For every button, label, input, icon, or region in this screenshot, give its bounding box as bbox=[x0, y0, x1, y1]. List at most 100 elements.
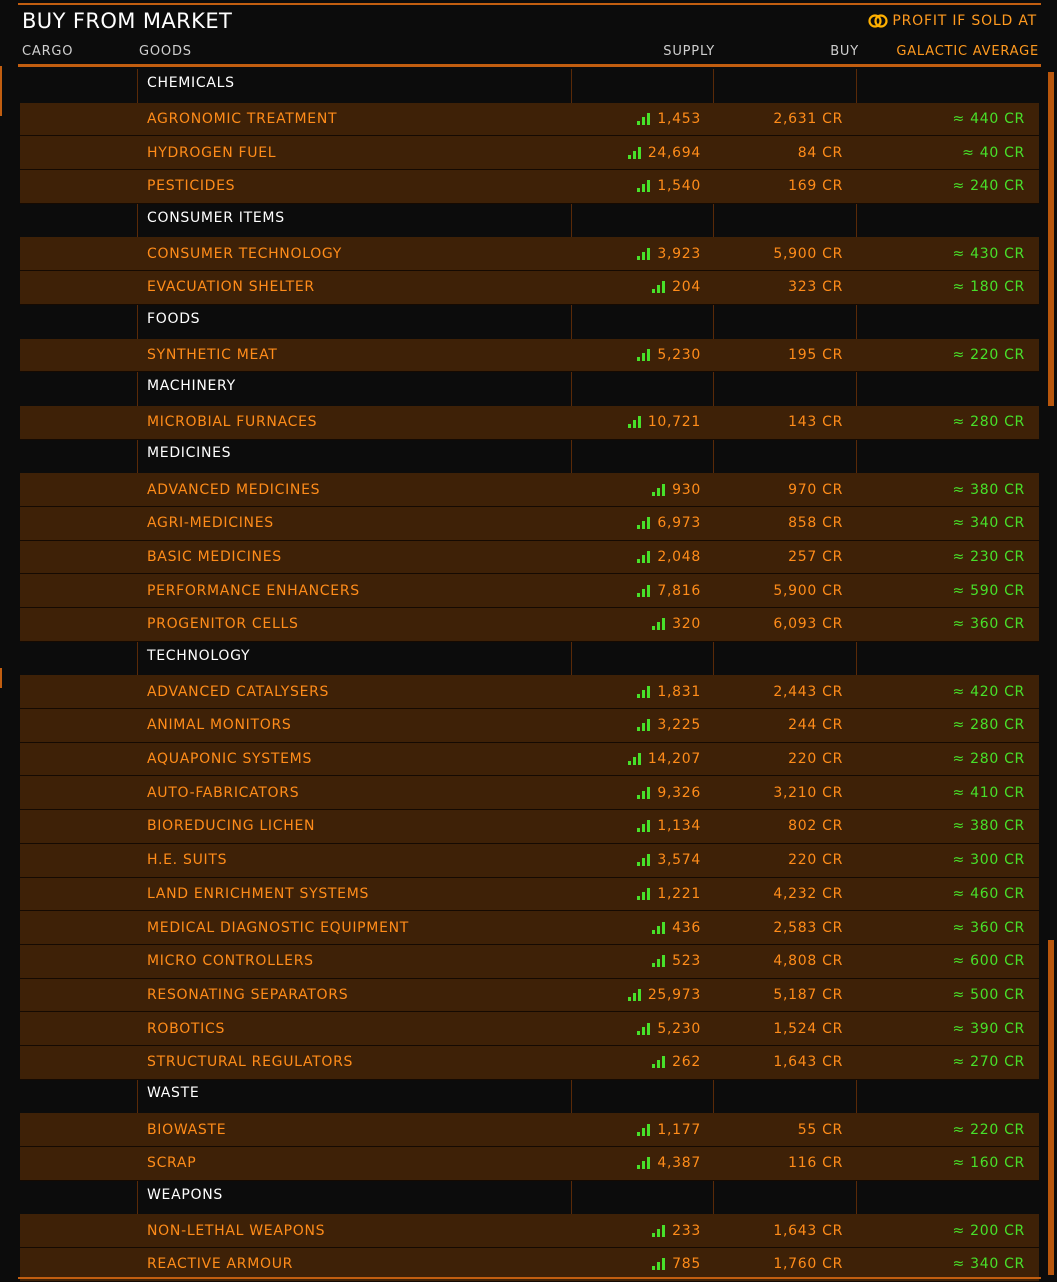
galactic-average-price: ≈ 300 CR bbox=[952, 852, 1025, 869]
supply-value: 9,326 bbox=[637, 776, 701, 809]
supply-level-icon bbox=[652, 281, 666, 294]
buy-price: 323 CR bbox=[788, 279, 843, 296]
supply-level-icon bbox=[637, 180, 651, 193]
scrollbar-thumb[interactable] bbox=[1048, 940, 1054, 1275]
commodity-row[interactable]: MICRO CONTROLLERS 523 4,808 CR ≈ 600 CR bbox=[20, 944, 1039, 979]
column-header-goods[interactable]: GOODS bbox=[139, 44, 192, 59]
supply-amount: 6,973 bbox=[657, 515, 701, 532]
commodity-row[interactable]: PROGENITOR CELLS 320 6,093 CR ≈ 360 CR bbox=[20, 608, 1039, 642]
commodity-row[interactable]: ADVANCED MEDICINES 930 970 CR ≈ 380 CR bbox=[20, 473, 1039, 507]
galactic-average-price: ≈ 440 CR bbox=[952, 111, 1025, 128]
buy-price: 2,631 CR bbox=[773, 111, 843, 128]
commodity-row[interactable]: BASIC MEDICINES 2,048 257 CR ≈ 230 CR bbox=[20, 540, 1039, 575]
buy-price: 55 CR bbox=[797, 1121, 843, 1138]
commodity-row[interactable]: AQUAPONIC SYSTEMS 14,207 220 CR ≈ 280 CR bbox=[20, 742, 1039, 777]
buy-price: 1,524 CR bbox=[773, 1020, 843, 1037]
supply-level-icon bbox=[637, 887, 651, 900]
supply-amount: 24,694 bbox=[647, 144, 701, 161]
commodity-row[interactable]: HYDROGEN FUEL 24,694 84 CR ≈ 40 CR bbox=[20, 136, 1039, 171]
commodity-row[interactable]: MEDICAL DIAGNOSTIC EQUIPMENT 436 2,583 CR ≈… bbox=[20, 911, 1039, 945]
supply-level-icon bbox=[652, 921, 666, 934]
supply-level-icon bbox=[627, 146, 641, 159]
supply-amount: 320 bbox=[672, 616, 701, 633]
commodity-row[interactable]: SYNTHETIC MEAT 5,230 195 CR ≈ 220 CR bbox=[20, 338, 1039, 373]
column-header-galactic-average[interactable]: GALACTIC AVERAGE bbox=[896, 44, 1039, 59]
commodity-name: AGRI-MEDICINES bbox=[147, 515, 274, 532]
commodity-name: ADVANCED CATALYSERS bbox=[147, 683, 330, 700]
supply-amount: 4,387 bbox=[657, 1155, 701, 1172]
supply-amount: 523 bbox=[672, 953, 701, 970]
commodity-row[interactable]: BIOWASTE 1,177 55 CR ≈ 220 CR bbox=[20, 1113, 1039, 1147]
commodity-row[interactable]: NON-LETHAL WEAPONS 233 1,643 CR ≈ 200 CR bbox=[20, 1214, 1039, 1249]
commodity-row[interactable]: AGRI-MEDICINES 6,973 858 CR ≈ 340 CR bbox=[20, 506, 1039, 541]
supply-amount: 5,230 bbox=[657, 1020, 701, 1037]
commodity-row[interactable]: RESONATING SEPARATORS 25,973 5,187 CR ≈ 500… bbox=[20, 978, 1039, 1013]
supply-value: 320 bbox=[652, 608, 701, 641]
galactic-average-price: ≈ 600 CR bbox=[952, 953, 1025, 970]
scrollbar-thumb[interactable] bbox=[1048, 72, 1054, 406]
supply-amount: 3,574 bbox=[657, 852, 701, 869]
commodity-name: PESTICIDES bbox=[147, 178, 236, 195]
supply-value: 3,225 bbox=[637, 709, 701, 742]
supply-amount: 3,225 bbox=[657, 717, 701, 734]
category-header-row: WASTE bbox=[20, 1080, 1039, 1114]
commodity-row[interactable]: BIOREDUCING LICHEN 1,134 802 CR ≈ 380 CR bbox=[20, 810, 1039, 844]
buy-price: 1,760 CR bbox=[773, 1256, 843, 1273]
category-header-row: MACHINERY bbox=[20, 372, 1039, 406]
bottom-divider bbox=[18, 1277, 1041, 1279]
commodity-name: AQUAPONIC SYSTEMS bbox=[147, 751, 313, 768]
supply-amount: 785 bbox=[672, 1256, 701, 1273]
buy-price: 2,443 CR bbox=[773, 683, 843, 700]
galactic-average-price: ≈ 280 CR bbox=[952, 751, 1025, 768]
commodity-row[interactable]: PERFORMANCE ENHANCERS 7,816 5,900 CR ≈ 590 … bbox=[20, 574, 1039, 608]
commodity-row[interactable]: LAND ENRICHMENT SYSTEMS 1,221 4,232 CR ≈ 46… bbox=[20, 877, 1039, 912]
commodity-name: ROBOTICS bbox=[147, 1020, 226, 1037]
commodity-row[interactable]: ROBOTICS 5,230 1,524 CR ≈ 390 CR bbox=[20, 1012, 1039, 1046]
commodity-row[interactable]: SCRAP 4,387 116 CR ≈ 160 CR bbox=[20, 1147, 1039, 1181]
commodity-name: AGRONOMIC TREATMENT bbox=[147, 111, 338, 128]
buy-price: 84 CR bbox=[797, 144, 843, 161]
commodity-row[interactable]: H.E. SUITS 3,574 220 CR ≈ 300 CR bbox=[20, 843, 1039, 878]
category-label: FOODS bbox=[147, 310, 201, 327]
supply-value: 204 bbox=[652, 271, 701, 304]
galactic-average-price: ≈ 340 CR bbox=[952, 515, 1025, 532]
supply-amount: 1,177 bbox=[657, 1121, 701, 1138]
commodity-row[interactable]: ADVANCED CATALYSERS 1,831 2,443 CR ≈ 420 CR bbox=[20, 675, 1039, 710]
column-header-cargo[interactable]: CARGO bbox=[22, 44, 73, 59]
galactic-average-price: ≈ 230 CR bbox=[952, 548, 1025, 565]
column-header-buy[interactable]: BUY bbox=[830, 44, 859, 59]
supply-amount: 2,048 bbox=[657, 548, 701, 565]
commodity-name: REACTIVE ARMOUR bbox=[147, 1256, 294, 1273]
supply-level-icon bbox=[637, 820, 651, 833]
supply-level-icon bbox=[637, 247, 651, 260]
supply-value: 6,973 bbox=[637, 507, 701, 540]
commodity-row[interactable]: ANIMAL MONITORS 3,225 244 CR ≈ 280 CR bbox=[20, 709, 1039, 743]
commodity-row[interactable]: AUTO-FABRICATORS 9,326 3,210 CR ≈ 410 CR bbox=[20, 776, 1039, 811]
commodity-name: BIOREDUCING LICHEN bbox=[147, 818, 316, 835]
commodity-row[interactable]: PESTICIDES 1,540 169 CR ≈ 240 CR bbox=[20, 170, 1039, 204]
supply-value: 3,923 bbox=[637, 237, 701, 270]
profit-indicator: PROFIT IF SOLD AT bbox=[868, 13, 1037, 29]
commodity-row[interactable]: EVACUATION SHELTER 204 323 CR ≈ 180 CR bbox=[20, 271, 1039, 305]
left-accent-bar bbox=[0, 668, 2, 688]
commodity-row[interactable]: STRUCTURAL REGULATORS 262 1,643 CR ≈ 270 CR bbox=[20, 1045, 1039, 1080]
galactic-average-price: ≈ 460 CR bbox=[952, 885, 1025, 902]
page-title: BUY FROM MARKET bbox=[22, 9, 233, 33]
commodity-row[interactable]: AGRONOMIC TREATMENT 1,453 2,631 CR ≈ 440 CR bbox=[20, 102, 1039, 137]
commodity-row[interactable]: CONSUMER TECHNOLOGY 3,923 5,900 CR ≈ 430 CR bbox=[20, 237, 1039, 272]
supply-value: 1,221 bbox=[637, 878, 701, 911]
column-header-supply[interactable]: SUPPLY bbox=[663, 44, 715, 59]
buy-price: 169 CR bbox=[788, 178, 843, 195]
supply-amount: 1,831 bbox=[657, 683, 701, 700]
category-label: CONSUMER ITEMS bbox=[147, 209, 285, 226]
supply-value: 5,230 bbox=[637, 339, 701, 372]
commodity-name: ADVANCED MEDICINES bbox=[147, 481, 321, 498]
galactic-average-price: ≈ 40 CR bbox=[962, 144, 1025, 161]
supply-level-icon bbox=[637, 685, 651, 698]
supply-amount: 1,453 bbox=[657, 111, 701, 128]
galactic-average-price: ≈ 360 CR bbox=[952, 616, 1025, 633]
supply-value: 25,973 bbox=[627, 979, 701, 1012]
commodity-row[interactable]: MICROBIAL FURNACES 10,721 143 CR ≈ 280 CR bbox=[20, 405, 1039, 440]
buy-price: 143 CR bbox=[788, 414, 843, 431]
category-label: MACHINERY bbox=[147, 378, 236, 395]
